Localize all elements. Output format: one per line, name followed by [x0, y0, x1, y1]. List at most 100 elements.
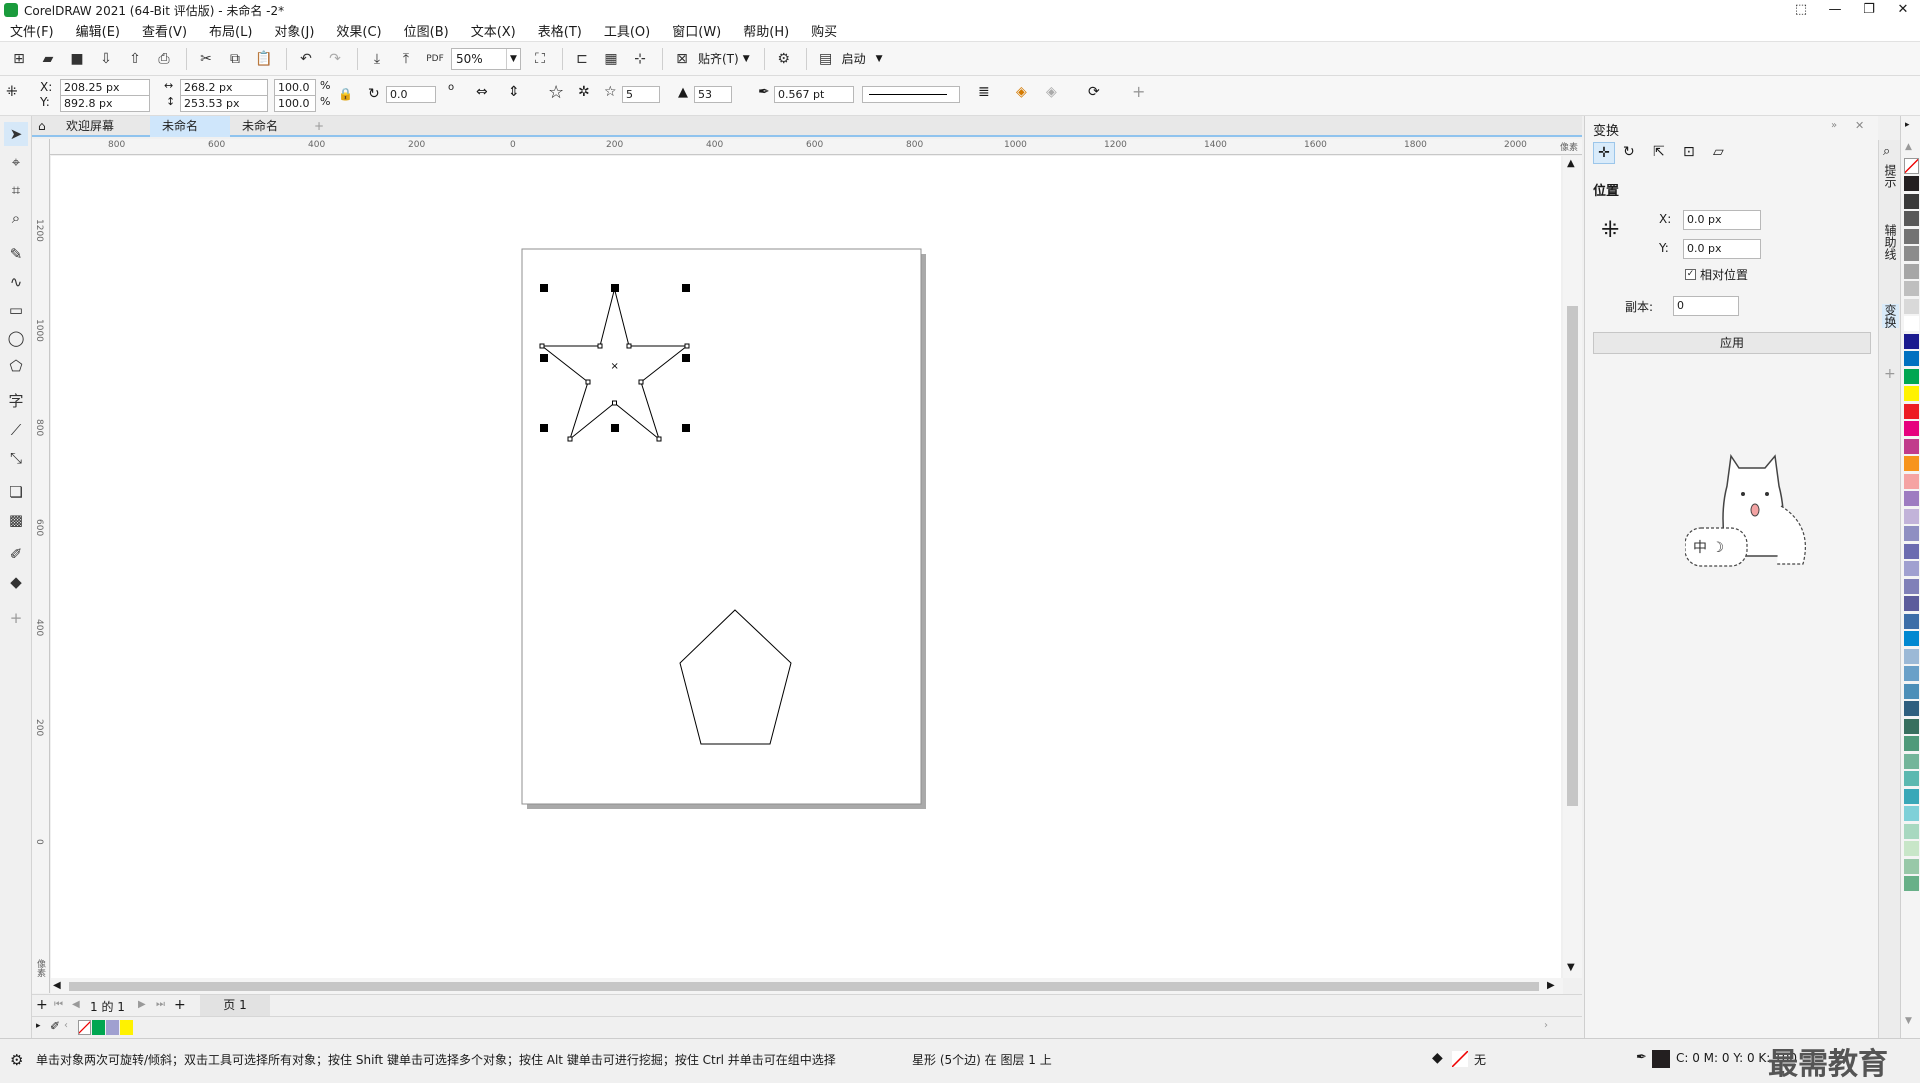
- palette-swatch[interactable]: [1904, 578, 1919, 595]
- palette-swatch[interactable]: [1904, 596, 1919, 612]
- text-tool-icon[interactable]: 字: [4, 388, 28, 412]
- palette-swatch[interactable]: [1904, 473, 1919, 490]
- palette-swatch[interactable]: [1904, 211, 1919, 227]
- first-page-icon[interactable]: ⏮: [54, 999, 63, 1010]
- lock-ratio-icon[interactable]: 🔒: [338, 87, 353, 101]
- new-tab-icon[interactable]: +: [310, 116, 328, 137]
- snap-to-dropdown[interactable]: 贴齐(T): [698, 50, 739, 67]
- palette-swatch[interactable]: [1904, 403, 1919, 420]
- parallel-dimension-icon[interactable]: ⟋: [4, 418, 28, 442]
- launch-dropdown[interactable]: 启动: [842, 50, 866, 67]
- palette-swatch[interactable]: [1904, 438, 1919, 455]
- add-page-after-icon[interactable]: +: [174, 997, 186, 1013]
- menu-help[interactable]: 帮助(H): [743, 21, 789, 40]
- palette-menu-icon[interactable]: ▸: [1905, 120, 1910, 130]
- side-tab-hints[interactable]: 提示: [1882, 164, 1899, 188]
- convert-to-curves-icon[interactable]: ⟳: [1088, 84, 1100, 100]
- palette-expand-icon[interactable]: ▸: [36, 1021, 41, 1031]
- minimize-button[interactable]: —: [1818, 0, 1852, 20]
- palette-swatch[interactable]: [1904, 368, 1919, 385]
- position-mode-icon[interactable]: ✛: [1593, 142, 1615, 164]
- menu-object[interactable]: 对象(J): [274, 21, 314, 40]
- swatch-lavender[interactable]: [106, 1020, 119, 1035]
- palette-down-icon[interactable]: ▼: [1905, 1016, 1912, 1026]
- palette-swatch[interactable]: [1904, 841, 1919, 857]
- swatch-yellow[interactable]: [120, 1020, 133, 1035]
- add-docker-icon[interactable]: +: [1884, 366, 1896, 382]
- chevron-right-icon[interactable]: ▶: [1547, 980, 1555, 991]
- menu-edit[interactable]: 编辑(E): [76, 21, 120, 40]
- paste-icon[interactable]: 📋: [251, 47, 277, 71]
- crop-tool-icon[interactable]: ⌗: [4, 178, 28, 202]
- complex-star-icon[interactable]: ✲: [578, 84, 590, 100]
- line-style-select[interactable]: [862, 86, 960, 103]
- horizontal-scrollbar[interactable]: ◀ ▶: [51, 978, 1563, 994]
- save-icon[interactable]: ■: [64, 47, 90, 71]
- add-page-before-icon[interactable]: +: [36, 997, 48, 1013]
- menu-view[interactable]: 查看(V): [142, 21, 187, 40]
- vertical-scrollbar[interactable]: ▲ ▼: [1563, 156, 1582, 978]
- ellipse-tool-icon[interactable]: ◯: [4, 326, 28, 350]
- palette-swatch[interactable]: [1904, 228, 1919, 245]
- rotate-mode-icon[interactable]: ↻: [1623, 144, 1635, 160]
- copies-input[interactable]: 0: [1673, 296, 1739, 316]
- full-screen-icon[interactable]: ⛶: [527, 47, 553, 71]
- palette-swatch[interactable]: [1904, 298, 1919, 315]
- relative-position-checkbox[interactable]: ✓: [1685, 269, 1696, 280]
- horizontal-ruler[interactable]: 800 600 400 200 0 200 400 600 800 1000 1…: [50, 139, 1582, 155]
- star-points-input[interactable]: 5: [622, 86, 660, 103]
- height-input[interactable]: 253.53 px: [180, 95, 268, 112]
- reference-point-icon[interactable]: ⁜: [6, 84, 28, 106]
- hints-search-icon[interactable]: ⌕: [1883, 144, 1890, 159]
- eyedropper-icon[interactable]: ✐: [50, 1019, 60, 1033]
- docker-x-input[interactable]: 0.0 px: [1683, 210, 1761, 230]
- palette-swatch[interactable]: [1904, 526, 1919, 542]
- palette-swatch[interactable]: [1904, 683, 1919, 700]
- menu-window[interactable]: 窗口(W): [672, 21, 721, 40]
- palette-swatch[interactable]: [1904, 718, 1919, 735]
- to-front-icon[interactable]: ◈: [1016, 84, 1027, 100]
- show-guidelines-icon[interactable]: ⊹: [627, 47, 653, 71]
- cloud-download-icon[interactable]: ⇩: [93, 47, 119, 71]
- palette-swatch[interactable]: [1904, 421, 1919, 437]
- eyedropper-icon[interactable]: ✐: [4, 542, 28, 566]
- palette-up-icon[interactable]: ▲: [1905, 142, 1912, 152]
- close-button[interactable]: ✕: [1886, 0, 1920, 20]
- cut-icon[interactable]: ✂: [193, 47, 219, 71]
- shape-tool-icon[interactable]: ⌖: [4, 150, 28, 174]
- scale-mirror-icon[interactable]: ⇱: [1653, 144, 1665, 160]
- page[interactable]: [521, 248, 922, 805]
- swatch-green[interactable]: [92, 1020, 105, 1035]
- y-position-input[interactable]: 892.8 px: [60, 95, 150, 112]
- anchor-grid-icon[interactable]: ⁜: [1601, 218, 1619, 243]
- star-shape-icon[interactable]: ☆: [548, 82, 564, 103]
- apply-button[interactable]: 应用: [1593, 332, 1871, 354]
- fill-bucket-icon[interactable]: ◆: [1432, 1050, 1443, 1066]
- transparency-icon[interactable]: ▩: [4, 508, 28, 532]
- cloud-upload-icon[interactable]: ⇧: [122, 47, 148, 71]
- tab-untitled-2[interactable]: 未命名 -2*: [150, 116, 230, 154]
- scale-width-input[interactable]: 100.0: [274, 79, 316, 96]
- menu-tools[interactable]: 工具(O): [604, 21, 650, 40]
- star-sharpness-input[interactable]: 53: [694, 86, 732, 103]
- skew-mode-icon[interactable]: ▱: [1713, 144, 1724, 160]
- pin-icon[interactable]: ⬚: [1784, 0, 1818, 20]
- wrap-text-icon[interactable]: ≣: [978, 84, 990, 100]
- swatch-none-color[interactable]: [1904, 158, 1919, 174]
- interactive-fill-icon[interactable]: ◆: [4, 570, 28, 594]
- palette-swatch[interactable]: [1904, 823, 1919, 840]
- copy-icon[interactable]: ⧉: [222, 47, 248, 71]
- prev-page-icon[interactable]: ◀: [72, 999, 80, 1010]
- print-icon[interactable]: ⎙: [151, 47, 177, 71]
- freehand-tool-icon[interactable]: ✎: [4, 242, 28, 266]
- palette-swatch[interactable]: [1904, 508, 1919, 525]
- artistic-media-icon[interactable]: ∿: [4, 270, 28, 294]
- palette-swatch[interactable]: [1904, 351, 1919, 367]
- zoom-tool-icon[interactable]: ⌕: [4, 206, 28, 230]
- menu-layout[interactable]: 布局(L): [209, 21, 252, 40]
- menu-effects[interactable]: 效果(C): [336, 21, 381, 40]
- palette-swatch[interactable]: [1904, 176, 1919, 192]
- size-mode-icon[interactable]: ⊡: [1683, 144, 1695, 160]
- menu-text[interactable]: 文本(X): [471, 21, 516, 40]
- drawing-canvas[interactable]: ×: [51, 156, 1561, 978]
